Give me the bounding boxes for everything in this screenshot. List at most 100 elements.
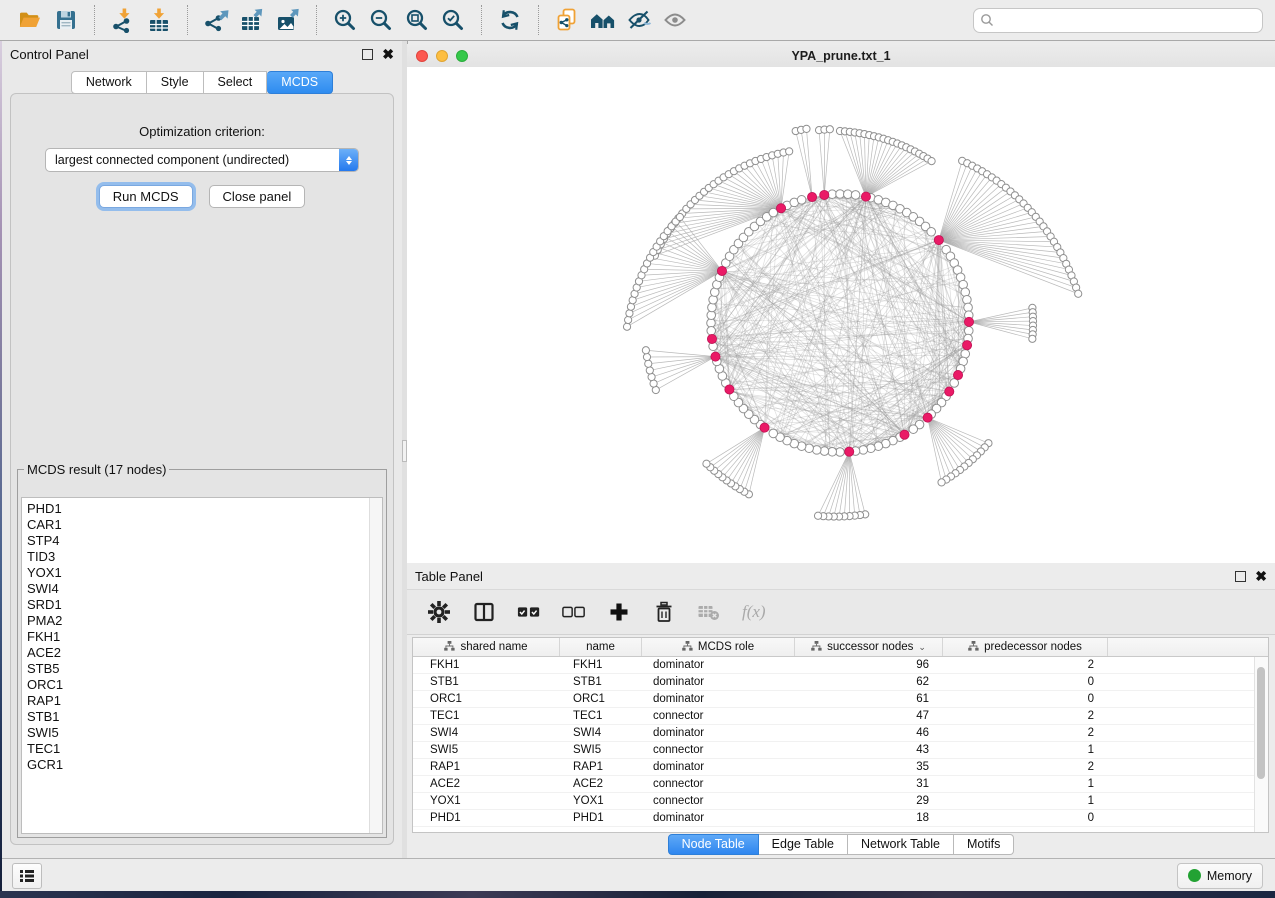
zoom-out-icon[interactable] xyxy=(363,3,399,37)
close-panel-icon[interactable]: ✖ xyxy=(382,47,394,61)
import-table-icon[interactable] xyxy=(141,3,177,37)
table-settings-icon[interactable] xyxy=(427,600,451,624)
show-graphics-icon[interactable] xyxy=(657,3,693,37)
tab-style[interactable]: Style xyxy=(147,71,204,94)
table-cell[interactable]: ACE2 xyxy=(560,778,642,790)
table-cell[interactable]: connector xyxy=(642,778,795,790)
table-cell[interactable]: 18 xyxy=(795,812,943,824)
table-cell[interactable]: dominator xyxy=(642,693,795,705)
mcds-result-item[interactable]: SWI4 xyxy=(27,581,369,597)
tab-network[interactable]: Network xyxy=(71,71,147,94)
table-cell[interactable]: SWI5 xyxy=(560,744,642,756)
mcds-list-scrollbar[interactable] xyxy=(369,498,382,833)
mcds-result-item[interactable]: RAP1 xyxy=(27,693,369,709)
table-cell[interactable]: 61 xyxy=(795,693,943,705)
mcds-result-item[interactable]: PHD1 xyxy=(27,501,369,517)
select-all-icon[interactable] xyxy=(517,600,541,624)
table-cell[interactable]: 1 xyxy=(943,744,1108,756)
table-cell[interactable]: 2 xyxy=(943,727,1108,739)
table-cell[interactable]: PHD1 xyxy=(560,812,642,824)
table-cell[interactable]: dominator xyxy=(642,676,795,688)
column-header-MCDS-role[interactable]: MCDS role xyxy=(642,638,795,656)
table-cell[interactable]: 2 xyxy=(943,710,1108,722)
table-cell[interactable]: FKH1 xyxy=(560,659,642,671)
mcds-result-list[interactable]: PHD1CAR1STP4TID3YOX1SWI4SRD1PMA2FKH1ACE2… xyxy=(22,498,369,833)
table-scrollbar[interactable] xyxy=(1254,657,1268,832)
deselect-all-icon[interactable] xyxy=(562,600,586,624)
table-cell[interactable]: 1 xyxy=(943,778,1108,790)
run-mcds-button[interactable]: Run MCDS xyxy=(99,185,193,208)
refresh-layout-icon[interactable] xyxy=(492,3,528,37)
delete-table-icon[interactable] xyxy=(697,600,721,624)
table-cell[interactable]: 96 xyxy=(795,659,943,671)
tab-network-table[interactable]: Network Table xyxy=(848,834,954,855)
memory-button[interactable]: Memory xyxy=(1177,863,1263,889)
table-scrollbar-thumb[interactable] xyxy=(1257,667,1265,779)
copy-network-icon[interactable] xyxy=(549,3,585,37)
mcds-result-item[interactable]: GCR1 xyxy=(27,757,369,773)
table-cell[interactable]: RAP1 xyxy=(413,761,560,773)
table-cell[interactable]: 43 xyxy=(795,744,943,756)
search-input[interactable] xyxy=(994,12,1256,28)
tab-mcds[interactable]: MCDS xyxy=(267,71,333,94)
export-table-icon[interactable] xyxy=(234,3,270,37)
sort-chevron-icon[interactable]: ⌄ xyxy=(918,642,926,653)
table-row[interactable]: FKH1FKH1dominator962 xyxy=(413,657,1268,674)
column-header-shared-name[interactable]: shared name xyxy=(413,638,560,656)
table-row[interactable]: SWI4SWI4dominator462 xyxy=(413,725,1268,742)
table-cell[interactable]: dominator xyxy=(642,659,795,671)
table-cell[interactable]: ORC1 xyxy=(413,693,560,705)
table-row[interactable]: RAP1RAP1dominator352 xyxy=(413,759,1268,776)
table-cell[interactable]: ORC1 xyxy=(560,693,642,705)
table-cell[interactable]: TEC1 xyxy=(560,710,642,722)
table-cell[interactable]: SWI5 xyxy=(413,744,560,756)
table-cell[interactable]: 46 xyxy=(795,727,943,739)
mcds-result-item[interactable]: STB5 xyxy=(27,661,369,677)
table-cell[interactable]: 31 xyxy=(795,778,943,790)
tab-edge-table[interactable]: Edge Table xyxy=(759,834,848,855)
table-cell[interactable]: dominator xyxy=(642,761,795,773)
column-header-successor-nodes[interactable]: successor nodes⌄ xyxy=(795,638,943,656)
table-cell[interactable]: TEC1 xyxy=(413,710,560,722)
table-cell[interactable]: dominator xyxy=(642,812,795,824)
float-table-panel-icon[interactable] xyxy=(1235,571,1246,582)
table-cell[interactable]: 2 xyxy=(943,761,1108,773)
table-row[interactable]: ACE2ACE2connector311 xyxy=(413,776,1268,793)
table-row[interactable]: YOX1YOX1connector291 xyxy=(413,793,1268,810)
mcds-result-item[interactable]: SRD1 xyxy=(27,597,369,613)
mcds-result-item[interactable]: CAR1 xyxy=(27,517,369,533)
table-row[interactable]: PHD1PHD1dominator180 xyxy=(413,810,1268,827)
mcds-result-item[interactable]: ACE2 xyxy=(27,645,369,661)
float-panel-icon[interactable] xyxy=(362,49,373,60)
table-cell[interactable]: 47 xyxy=(795,710,943,722)
import-network-icon[interactable] xyxy=(105,3,141,37)
toolbar-search[interactable] xyxy=(973,8,1263,33)
network-canvas[interactable] xyxy=(407,67,1275,563)
table-row[interactable]: STB1STB1dominator620 xyxy=(413,674,1268,691)
mcds-result-item[interactable]: TID3 xyxy=(27,549,369,565)
table-row[interactable]: TEC1TEC1connector472 xyxy=(413,708,1268,725)
tab-node-table[interactable]: Node Table xyxy=(668,834,759,855)
table-cell[interactable]: 62 xyxy=(795,676,943,688)
table-cell[interactable]: 2 xyxy=(943,659,1108,671)
table-cell[interactable]: FKH1 xyxy=(413,659,560,671)
close-table-panel-icon[interactable]: ✖ xyxy=(1255,569,1267,583)
table-cell[interactable]: 0 xyxy=(943,812,1108,824)
table-cell[interactable]: STB1 xyxy=(413,676,560,688)
table-cell[interactable]: connector xyxy=(642,710,795,722)
mcds-result-item[interactable]: YOX1 xyxy=(27,565,369,581)
mcds-result-item[interactable]: STB1 xyxy=(27,709,369,725)
hide-graphics-icon[interactable] xyxy=(621,3,657,37)
table-cell[interactable]: ACE2 xyxy=(413,778,560,790)
home-views-icon[interactable] xyxy=(585,3,621,37)
mcds-result-item[interactable]: FKH1 xyxy=(27,629,369,645)
column-header-predecessor-nodes[interactable]: predecessor nodes xyxy=(943,638,1108,656)
table-cell[interactable]: 1 xyxy=(943,795,1108,807)
tab-motifs[interactable]: Motifs xyxy=(954,834,1014,855)
zoom-fit-icon[interactable] xyxy=(399,3,435,37)
column-header-name[interactable]: name xyxy=(560,638,642,656)
zoom-selected-icon[interactable] xyxy=(435,3,471,37)
table-cell[interactable]: connector xyxy=(642,795,795,807)
table-cell[interactable]: STB1 xyxy=(560,676,642,688)
table-cell[interactable]: connector xyxy=(642,744,795,756)
